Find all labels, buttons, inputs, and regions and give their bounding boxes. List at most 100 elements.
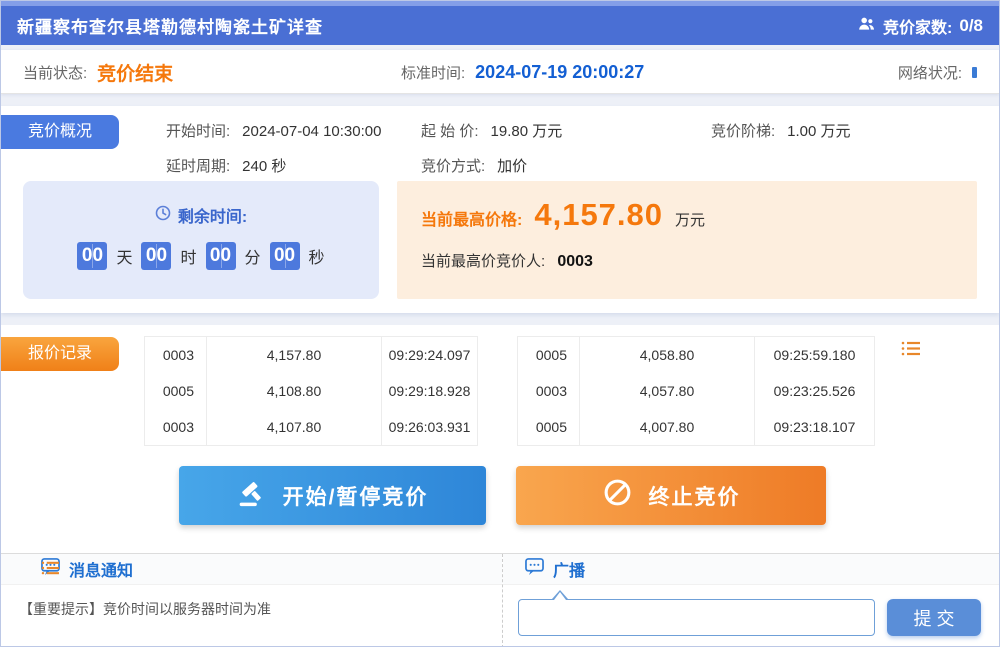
highest-price-label: 当前最高价格: (421, 206, 522, 230)
minutes-value: 00 (206, 242, 236, 270)
bidder-count: 竞价家数: 0/8 (857, 14, 983, 38)
countdown-box: 剩余时间: 00 天 00 时 00 分 00 秒 (23, 181, 379, 299)
page-title: 新疆察布查尔县塔勒德村陶瓷土矿详查 (17, 13, 323, 38)
gavel-icon (237, 479, 267, 513)
bid-records-table-left: 0003 4,157.80 09:29:24.097 0005 4,108.80… (144, 336, 478, 446)
price-cell: 4,157.80 (207, 337, 382, 373)
terminate-bidding-button[interactable]: 终止竞价 (516, 466, 826, 525)
time-label: 标准时间: (401, 62, 465, 83)
time-cell: 09:29:18.928 (382, 373, 477, 409)
status-label: 当前状态: (23, 62, 87, 83)
highest-bidder-line: 当前最高价竞价人: 0003 (421, 250, 977, 271)
field-label: 开始时间: (166, 120, 230, 141)
submit-button[interactable]: 提 交 (887, 599, 981, 636)
price-cell: 4,108.80 (207, 373, 382, 409)
field-start-time: 开始时间: 2024-07-04 10:30:00 (166, 120, 421, 141)
minutes-unit: 分 (245, 244, 261, 268)
broadcast-title: 广播 (553, 557, 585, 581)
price-cell: 4,007.80 (580, 409, 755, 445)
users-icon (857, 15, 876, 37)
prohibition-icon (602, 477, 633, 514)
bid-records-table-right: 0005 4,058.80 09:25:59.180 0003 4,057.80… (517, 336, 875, 446)
clock-icon (155, 205, 171, 226)
time-cell: 09:23:25.526 (755, 373, 874, 409)
broadcast-header: 广播 (503, 554, 999, 585)
bidder-cell: 0003 (145, 337, 207, 373)
notice-header: 消息通知 (1, 554, 502, 585)
broadcast-column: 广播 提 交 (503, 554, 999, 647)
table-row: 0003 4,107.80 09:26:03.931 (145, 409, 477, 445)
broadcast-input[interactable] (518, 599, 875, 636)
signal-bar-icon (972, 67, 977, 78)
bidder-count-value: 0/8 (959, 16, 983, 36)
notice-title: 消息通知 (69, 557, 133, 581)
table-row: 0005 4,108.80 09:29:18.928 (145, 373, 477, 409)
time-cell: 09:29:24.097 (382, 337, 477, 373)
countdown-label: 剩余时间: (178, 203, 247, 227)
time-cell: 09:23:18.107 (755, 409, 874, 445)
bottom-section: 消息通知 【重要提示】竞价时间以服务器时间为准 (1, 553, 999, 647)
overview-panel: 竞价概况 开始时间: 2024-07-04 10:30:00 起 始 价: 19… (1, 106, 999, 313)
highest-price-unit: 万元 (675, 209, 705, 230)
highest-price-box: 当前最高价格: 4,157.80 万元 当前最高价竞价人: 0003 (397, 181, 977, 299)
highest-bidder-label: 当前最高价竞价人: (421, 253, 545, 270)
field-value: 19.80 万元 (491, 120, 563, 141)
notice-message: 【重要提示】竞价时间以服务器时间为准 (1, 585, 502, 633)
table-row: 0005 4,007.80 09:23:18.107 (518, 409, 874, 445)
days-value: 00 (77, 242, 107, 270)
start-pause-label: 开始/暂停竞价 (283, 481, 429, 511)
records-panel: 报价记录 0003 4,157.80 09:29:24.097 0005 4,1… (1, 325, 999, 647)
price-cell: 4,058.80 (580, 337, 755, 373)
price-cell: 4,057.80 (580, 373, 755, 409)
time-cell: 09:26:03.931 (382, 409, 477, 445)
notice-list-icon[interactable] (41, 560, 60, 579)
overview-fields: 开始时间: 2024-07-04 10:30:00 起 始 价: 19.80 万… (166, 120, 851, 176)
hours-unit: 时 (180, 244, 196, 268)
highest-bidder-value: 0003 (557, 253, 593, 270)
bidder-cell: 0003 (145, 409, 207, 445)
standard-time: 标准时间: 2024-07-19 20:00:27 (401, 50, 644, 94)
field-bid-increment: 竞价阶梯: 1.00 万元 (711, 120, 851, 141)
field-value: 1.00 万元 (787, 120, 850, 141)
broadcast-input-wrap (518, 599, 875, 636)
field-value: 2024-07-04 10:30:00 (242, 123, 381, 140)
chat-bubble-icon (525, 558, 544, 581)
highest-price-line: 当前最高价格: 4,157.80 万元 (421, 197, 977, 233)
terminate-label: 终止竞价 (649, 481, 741, 511)
start-pause-bidding-button[interactable]: 开始/暂停竞价 (179, 466, 486, 525)
seconds-unit: 秒 (309, 244, 325, 268)
bidder-cell: 0003 (518, 373, 580, 409)
table-row: 0003 4,057.80 09:23:25.526 (518, 373, 874, 409)
bidder-count-label: 竞价家数: (883, 14, 952, 38)
countdown-title: 剩余时间: (23, 203, 379, 227)
broadcast-input-row: 提 交 (518, 599, 981, 636)
network-label: 网络状况: (898, 62, 962, 83)
hours-value: 00 (141, 242, 171, 270)
bidder-cell: 0005 (518, 337, 580, 373)
bidder-cell: 0005 (518, 409, 580, 445)
table-row: 0003 4,157.80 09:29:24.097 (145, 337, 477, 373)
records-list-icon[interactable] (901, 340, 921, 360)
price-cell: 4,107.80 (207, 409, 382, 445)
current-status: 当前状态: 竞价结束 (23, 50, 173, 94)
seconds-value: 00 (270, 242, 300, 270)
field-bid-mode: 竞价方式: 加价 (421, 155, 711, 176)
field-label: 竞价方式: (421, 155, 485, 176)
table-row: 0005 4,058.80 09:25:59.180 (518, 337, 874, 373)
network-status: 网络状况: (898, 50, 977, 94)
notice-column: 消息通知 【重要提示】竞价时间以服务器时间为准 (1, 554, 503, 647)
field-value: 240 秒 (242, 155, 286, 176)
field-label: 延时周期: (166, 155, 230, 176)
overview-section-tag: 竞价概况 (1, 115, 119, 149)
title-bar: 新疆察布查尔县塔勒德村陶瓷土矿详查 竞价家数: 0/8 (1, 1, 999, 45)
field-value: 加价 (497, 155, 527, 176)
time-cell: 09:25:59.180 (755, 337, 874, 373)
field-delay-period: 延时周期: 240 秒 (166, 155, 421, 176)
status-bar: 当前状态: 竞价结束 标准时间: 2024-07-19 20:00:27 网络状… (1, 50, 999, 94)
field-start-price: 起 始 价: 19.80 万元 (421, 120, 711, 141)
field-label: 起 始 价: (421, 120, 479, 141)
countdown-digits: 00 天 00 时 00 分 00 秒 (23, 242, 379, 270)
auction-page: 新疆察布查尔县塔勒德村陶瓷土矿详查 竞价家数: 0/8 当前状态: 竞价结束 标… (0, 0, 1000, 647)
records-section-tag: 报价记录 (1, 337, 119, 371)
time-value: 2024-07-19 20:00:27 (475, 62, 644, 83)
